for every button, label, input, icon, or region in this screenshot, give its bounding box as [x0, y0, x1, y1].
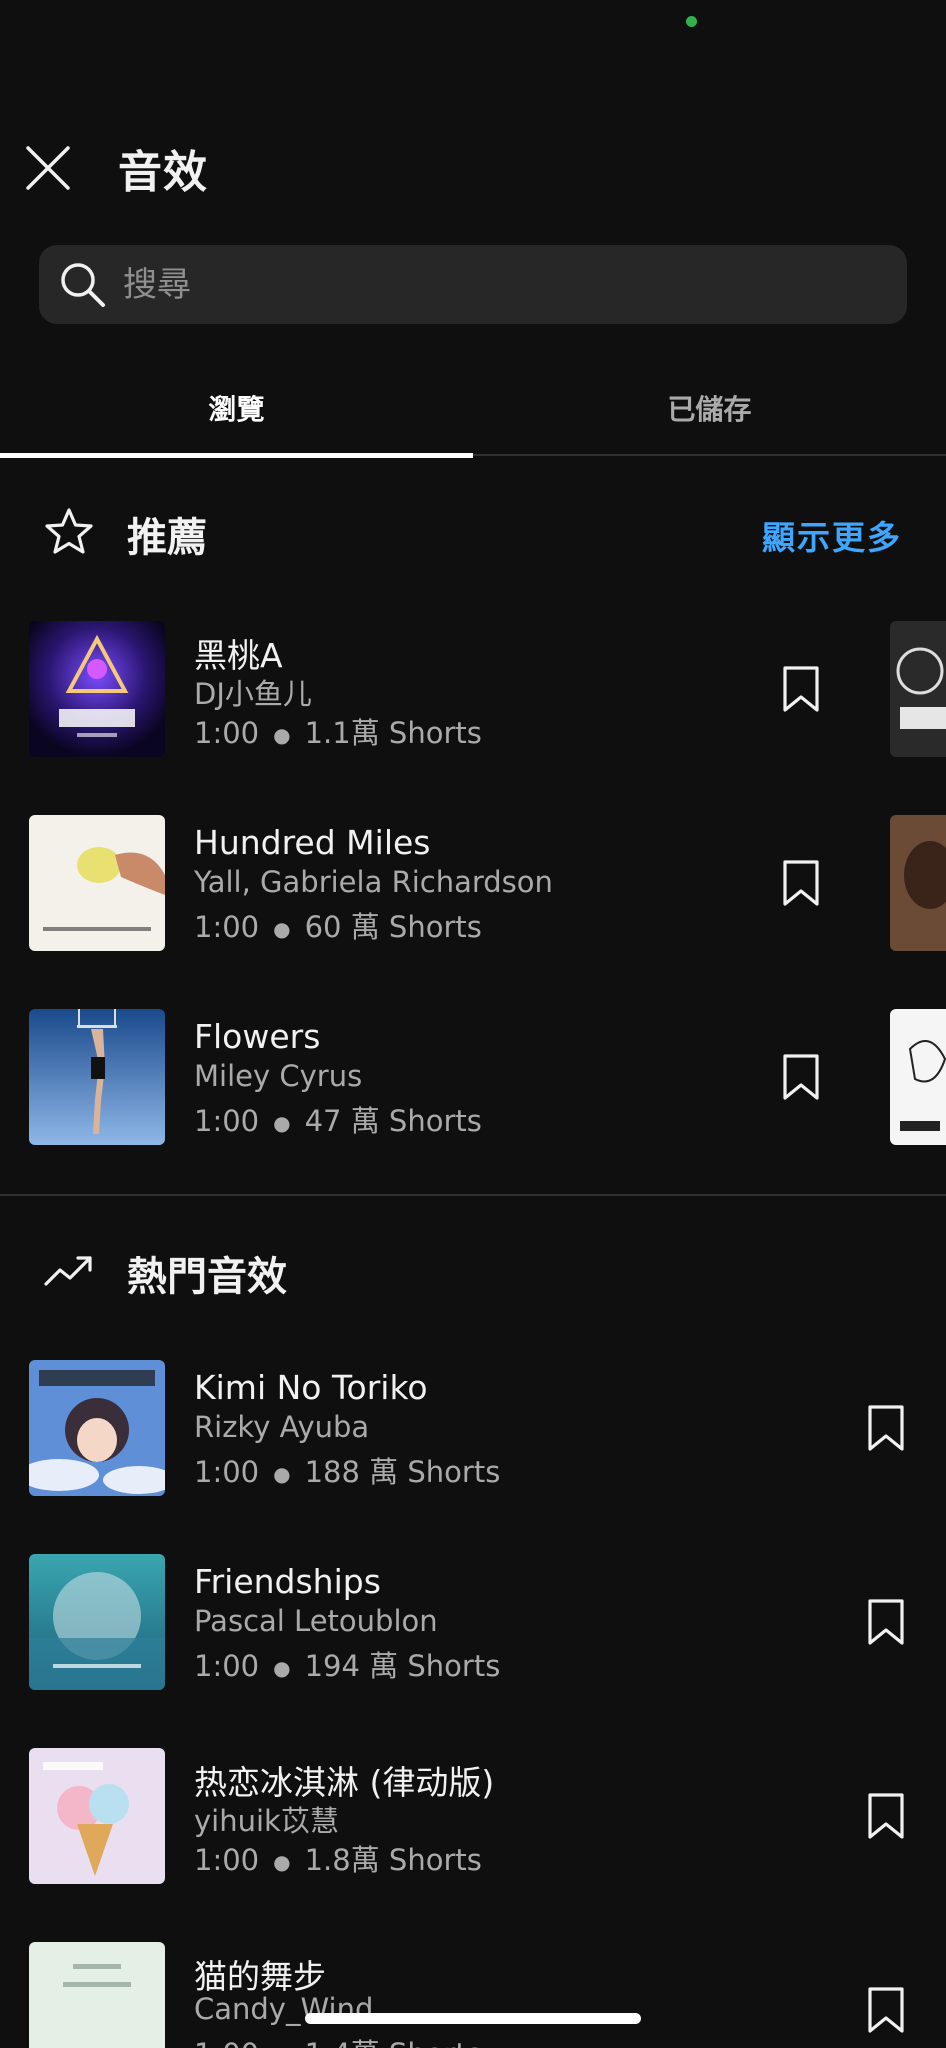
track-shorts-count: 47 萬 Shorts	[304, 1104, 482, 1138]
album-art	[29, 1942, 165, 2048]
track-artist: DJ小鱼儿	[194, 677, 312, 711]
track-title: Friendships	[194, 1562, 381, 1601]
tab-saved-label: 已儲存	[667, 393, 752, 426]
track-artist: yihuik苡慧	[194, 1804, 339, 1838]
show-more-link[interactable]: 顯示更多	[762, 511, 902, 559]
album-art	[29, 1748, 165, 1884]
recommended-section-header: 推薦 顯示更多	[0, 497, 946, 567]
search-bar[interactable]	[39, 245, 907, 324]
track-shorts-count: 1.8萬 Shorts	[304, 1843, 482, 1877]
album-art	[29, 1554, 165, 1690]
track-shorts-count: 1.1萬 Shorts	[304, 716, 482, 750]
bookmark-icon[interactable]	[779, 858, 823, 908]
list-item[interactable]: Friendships Pascal Letoublon 1:00 ● 194 萬 …	[0, 1554, 946, 1690]
separator-dot: ●	[273, 723, 291, 747]
track-duration: 1:00	[194, 2037, 259, 2048]
track-title: Hundred Miles	[194, 823, 431, 862]
list-item[interactable]: 猫的舞步 Candy_Wind 1:00●1.4萬 Shorts	[0, 1942, 946, 2048]
bookmark-icon[interactable]	[779, 664, 823, 714]
bookmark-icon[interactable]	[864, 1403, 908, 1453]
next-column-preview	[890, 815, 946, 951]
track-shorts-count: 1.4萬 Shorts	[305, 2037, 482, 2048]
track-meta: 1:00 ● 194 萬 Shorts	[194, 1643, 500, 1685]
track-meta: 1:00 ● 1.4萬 Shorts	[194, 2031, 482, 2048]
album-art	[29, 1360, 165, 1496]
active-tab-indicator	[0, 453, 473, 458]
list-item[interactable]: Flowers Miley Cyrus 1:00 ● 47 萬 Shorts	[0, 1009, 946, 1145]
track-title: 热恋冰淇淋 (律动版)	[194, 1763, 495, 1802]
track-title: Kimi No Toriko	[194, 1368, 428, 1407]
bookmark-icon[interactable]	[864, 1597, 908, 1647]
track-duration: 1:00	[194, 1649, 260, 1683]
trending-up-icon	[44, 1256, 92, 1286]
trending-section-header: 熱門音效	[0, 1236, 946, 1306]
track-duration: 1:00	[194, 1455, 260, 1489]
track-duration: 1:00	[194, 716, 260, 750]
bookmark-icon[interactable]	[779, 1052, 823, 1102]
track-duration: 1:00	[194, 1843, 260, 1877]
track-artist: Pascal Letoublon	[194, 1604, 438, 1638]
track-duration: 1:00	[194, 910, 260, 944]
track-meta: 1:00 ● 1.8萬 Shorts	[194, 1837, 482, 1879]
tab-saved[interactable]: 已儲存	[473, 360, 946, 456]
track-meta: 1:00 ● 60 萬 Shorts	[194, 904, 482, 946]
separator-dot: ●	[273, 1850, 291, 1874]
header: 音效	[0, 130, 946, 205]
close-icon	[26, 146, 70, 190]
track-artist: Rizky Ayuba	[194, 1410, 370, 1444]
list-item[interactable]: 热恋冰淇淋 (律动版) yihuik苡慧 1:00 ● 1.8萬 Shorts	[0, 1748, 946, 1884]
next-column-preview	[890, 621, 946, 757]
separator-dot: ●	[273, 2044, 290, 2048]
track-shorts-count: 60 萬 Shorts	[304, 910, 482, 944]
album-art	[29, 1009, 165, 1145]
track-shorts-count: 194 萬 Shorts	[304, 1649, 501, 1683]
track-artist: Miley Cyrus	[194, 1059, 363, 1093]
separator-dot: ●	[273, 1656, 291, 1680]
separator-dot: ●	[273, 1462, 291, 1486]
separator-dot: ●	[273, 917, 291, 941]
tab-browse[interactable]: 瀏覽	[0, 360, 473, 458]
trending-title: 熱門音效	[127, 1254, 287, 1300]
section-divider	[0, 1194, 946, 1196]
search-icon	[61, 263, 105, 307]
close-button[interactable]	[22, 142, 74, 194]
track-meta: 1:00 ● 1.1萬 Shorts	[194, 710, 482, 752]
star-icon	[45, 508, 93, 554]
album-art	[29, 621, 165, 757]
track-meta: 1:00 ● 188 萬 Shorts	[194, 1449, 500, 1491]
track-artist: Yall, Gabriela Richardson	[194, 865, 553, 899]
track-title: Flowers	[194, 1017, 321, 1056]
separator-dot: ●	[273, 1111, 291, 1135]
track-shorts-count: 188 萬 Shorts	[304, 1455, 501, 1489]
recommended-title: 推薦	[127, 515, 207, 561]
track-title: 猫的舞步	[194, 1957, 326, 1996]
bookmark-icon[interactable]	[864, 1791, 908, 1841]
album-art	[29, 815, 165, 951]
list-item[interactable]: Kimi No Toriko Rizky Ayuba 1:00 ● 188 萬 Sh…	[0, 1360, 946, 1496]
list-item[interactable]: 黑桃A DJ小鱼儿 1:00 ● 1.1萬 Shorts	[0, 621, 946, 757]
tab-browse-label: 瀏覽	[208, 393, 265, 426]
track-duration: 1:00	[194, 1104, 260, 1138]
track-title: 黑桃A	[194, 636, 283, 675]
next-column-preview	[890, 1009, 946, 1145]
home-indicator[interactable]	[305, 2013, 641, 2024]
bookmark-icon[interactable]	[864, 1985, 908, 2035]
search-input[interactable]	[123, 245, 883, 324]
list-item[interactable]: Hundred Miles Yall, Gabriela Richardson …	[0, 815, 946, 951]
tab-bar: 瀏覽 已儲存	[0, 360, 946, 458]
page-title: 音效	[118, 147, 208, 198]
track-meta: 1:00 ● 47 萬 Shorts	[194, 1098, 482, 1140]
status-indicator-dot	[686, 16, 697, 27]
